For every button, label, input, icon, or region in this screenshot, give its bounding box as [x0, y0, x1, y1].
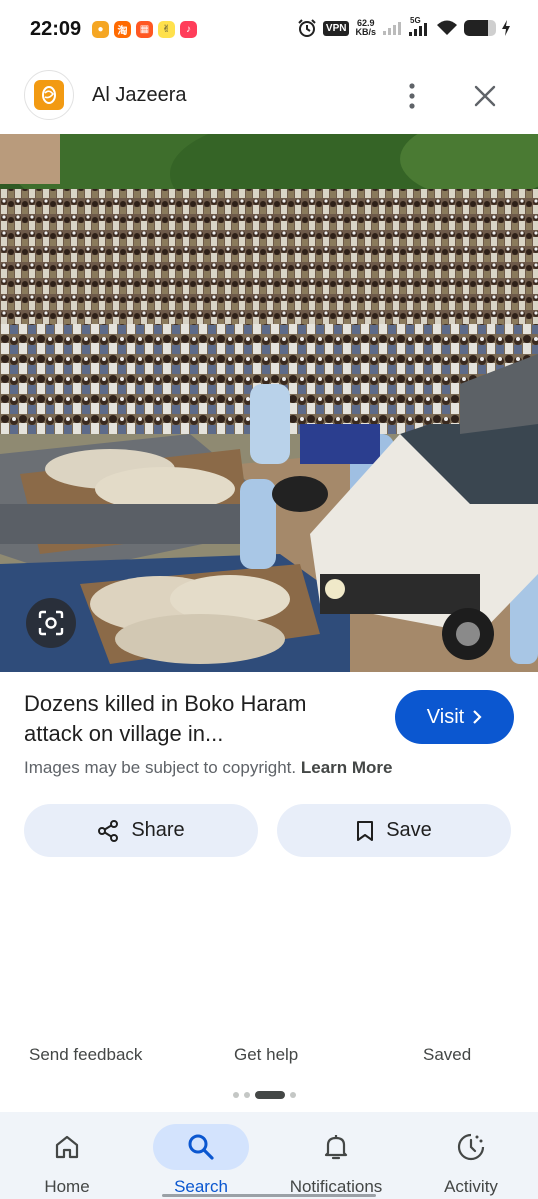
nav-activity-label: Activity — [444, 1177, 498, 1196]
app-notification-icon: ▦ — [136, 21, 153, 38]
google-lens-button[interactable] — [26, 598, 76, 648]
news-photo — [0, 134, 538, 672]
nav-home[interactable]: Home — [0, 1112, 134, 1199]
search-icon — [153, 1124, 249, 1170]
nav-activity[interactable]: Activity — [404, 1112, 538, 1199]
more-options-button[interactable] — [396, 76, 428, 116]
copyright-text: Images may be subject to copyright. — [24, 758, 297, 777]
notification-icons: ● 淘 ▦ ✌ ♪ — [92, 21, 197, 38]
page-indicator — [233, 1091, 296, 1099]
lens-icon — [38, 610, 64, 636]
page-dot — [290, 1092, 296, 1098]
save-button[interactable]: Save — [277, 804, 511, 857]
nav-home-label: Home — [44, 1177, 90, 1196]
app-notification-icon: ♪ — [180, 21, 197, 38]
source-header: Al Jazeera — [0, 62, 538, 132]
copyright-notice: Images may be subject to copyright. Lear… — [24, 758, 393, 778]
get-help-link[interactable]: Get help — [234, 1045, 298, 1065]
network-speed: 62.9 KB/s — [355, 19, 376, 37]
speed-unit: KB/s — [355, 27, 376, 37]
chevron-right-icon — [473, 710, 482, 724]
bottom-navigation: Home Search Notifications Activity — [0, 1112, 538, 1199]
close-icon — [474, 85, 496, 107]
site-logo[interactable] — [24, 70, 74, 120]
battery-level — [464, 20, 488, 36]
learn-more-link[interactable]: Learn More — [301, 758, 393, 777]
wifi-icon — [437, 20, 457, 35]
vpn-badge: VPN — [322, 20, 350, 36]
bell-icon — [288, 1124, 384, 1170]
signal-5g-icon: 5G — [408, 16, 430, 37]
send-feedback-link[interactable]: Send feedback — [29, 1045, 142, 1065]
close-button[interactable] — [466, 76, 504, 116]
more-vert-icon — [409, 83, 415, 109]
bookmark-icon — [357, 820, 374, 841]
status-time: 22:09 — [30, 18, 82, 40]
activity-icon — [423, 1124, 519, 1170]
google-image-viewer: 22:09 ● 淘 ▦ ✌ ♪ VPN 62.9 KB/s 5G Al Jaze… — [0, 0, 538, 1199]
result-image[interactable] — [0, 134, 538, 672]
alarm-icon — [298, 19, 316, 37]
nav-search[interactable]: Search — [134, 1112, 268, 1199]
page-dot — [233, 1092, 239, 1098]
share-button[interactable]: Share — [24, 804, 258, 857]
app-notification-icon: 淘 — [114, 21, 131, 38]
nav-notifications[interactable]: Notifications — [269, 1112, 403, 1199]
saved-link[interactable]: Saved — [423, 1045, 471, 1065]
page-dot-active — [255, 1091, 285, 1099]
app-notification-icon: ✌ — [158, 21, 175, 38]
result-title[interactable]: Dozens killed in Boko Haram attack on vi… — [24, 689, 364, 749]
signal-weak-icon — [383, 22, 401, 35]
share-icon — [98, 819, 119, 842]
home-icon — [19, 1124, 115, 1170]
system-status: VPN 62.9 KB/s 5G — [297, 16, 510, 38]
app-notification-icon: ● — [92, 21, 109, 38]
gesture-bar — [162, 1194, 376, 1197]
battery-icon — [464, 20, 496, 36]
visit-label: Visit — [426, 705, 465, 728]
al-jazeera-logo-icon — [34, 80, 64, 110]
site-name[interactable]: Al Jazeera — [92, 84, 187, 107]
share-label: Share — [131, 819, 185, 841]
charging-icon — [502, 20, 510, 36]
visit-button[interactable]: Visit — [395, 690, 514, 744]
page-dot — [244, 1092, 250, 1098]
status-bar: 22:09 ● 淘 ▦ ✌ ♪ VPN 62.9 KB/s 5G — [0, 0, 538, 62]
save-label: Save — [386, 819, 432, 841]
